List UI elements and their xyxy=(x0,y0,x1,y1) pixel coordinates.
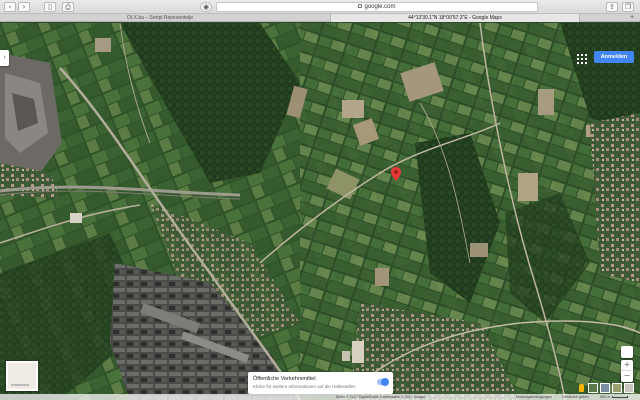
map-footer: Bilder © 2017 DigitalGlobe, Kartendaten … xyxy=(0,394,640,400)
transit-title: Öffentliche Verkehrsmittel xyxy=(253,376,316,382)
imagery-credit: Bilder © 2017 DigitalGlobe, Kartendaten … xyxy=(336,395,426,399)
scale-label: 500 m xyxy=(600,395,610,399)
map-type-thumbnail[interactable] xyxy=(6,361,38,391)
transit-toggle[interactable] xyxy=(377,378,389,386)
address-bar[interactable]: google.com xyxy=(216,2,538,12)
tab-google-maps[interactable]: 44°13'30.1"N 18°00'57.3"E - Google Maps xyxy=(330,14,580,22)
forward-icon[interactable]: › xyxy=(18,2,30,12)
pegman-icon[interactable] xyxy=(579,384,584,392)
my-location-icon[interactable] xyxy=(621,346,633,358)
apps-icon[interactable] xyxy=(576,53,588,65)
tab-label: OLX.ba – Sretpl Repesentelje xyxy=(126,15,194,21)
terms-link[interactable]: Nutzungsbedingungen xyxy=(516,394,552,400)
new-tab-icon[interactable]: + xyxy=(628,14,636,22)
sign-in-button[interactable]: Anmelden xyxy=(594,51,634,63)
browser-toolbar: ‹ › ▯ ⎙ ◉ google.com ⇪ ❐ xyxy=(0,0,640,14)
satellite-imagery xyxy=(0,23,640,400)
print-icon[interactable]: ⎙ xyxy=(62,2,74,12)
zoom-in-button[interactable]: + xyxy=(621,360,633,371)
address-text: google.com xyxy=(364,4,396,10)
tab-olx[interactable]: OLX.ba – Sretpl Repesentelje xyxy=(100,14,220,22)
reader-icon[interactable]: ◉ xyxy=(200,2,212,12)
lock-icon xyxy=(358,4,363,9)
imagery-layers[interactable] xyxy=(588,383,634,393)
browser-window: ‹ › ▯ ⎙ ◉ google.com ⇪ ❐ OLX.ba – Sretpl… xyxy=(0,0,640,400)
tab-label: 44°13'30.1"N 18°00'57.3"E - Google Maps xyxy=(408,15,502,21)
zoom-control: + − xyxy=(621,360,633,382)
satellite-map[interactable]: › Anmelden xyxy=(0,23,640,400)
back-icon[interactable]: ‹ xyxy=(4,2,16,12)
sidebar-icon[interactable]: ▯ xyxy=(44,2,56,12)
location-pin-icon[interactable] xyxy=(391,167,401,181)
transit-subtitle: Klicke für weitere Informationen auf die… xyxy=(253,384,356,389)
feedback-link[interactable]: Feedback geben xyxy=(562,394,589,400)
tabs-overview-icon[interactable]: ❐ xyxy=(622,2,634,12)
zoom-out-button[interactable]: − xyxy=(621,371,633,382)
share-icon[interactable]: ⇪ xyxy=(606,2,618,12)
side-panel-toggle[interactable]: › xyxy=(0,50,9,66)
tab-bar: OLX.ba – Sretpl Repesentelje 44°13'30.1"… xyxy=(0,14,640,22)
transit-info-card[interactable]: Öffentliche Verkehrsmittel Klicke für we… xyxy=(248,372,393,394)
scale-bar xyxy=(612,396,628,398)
